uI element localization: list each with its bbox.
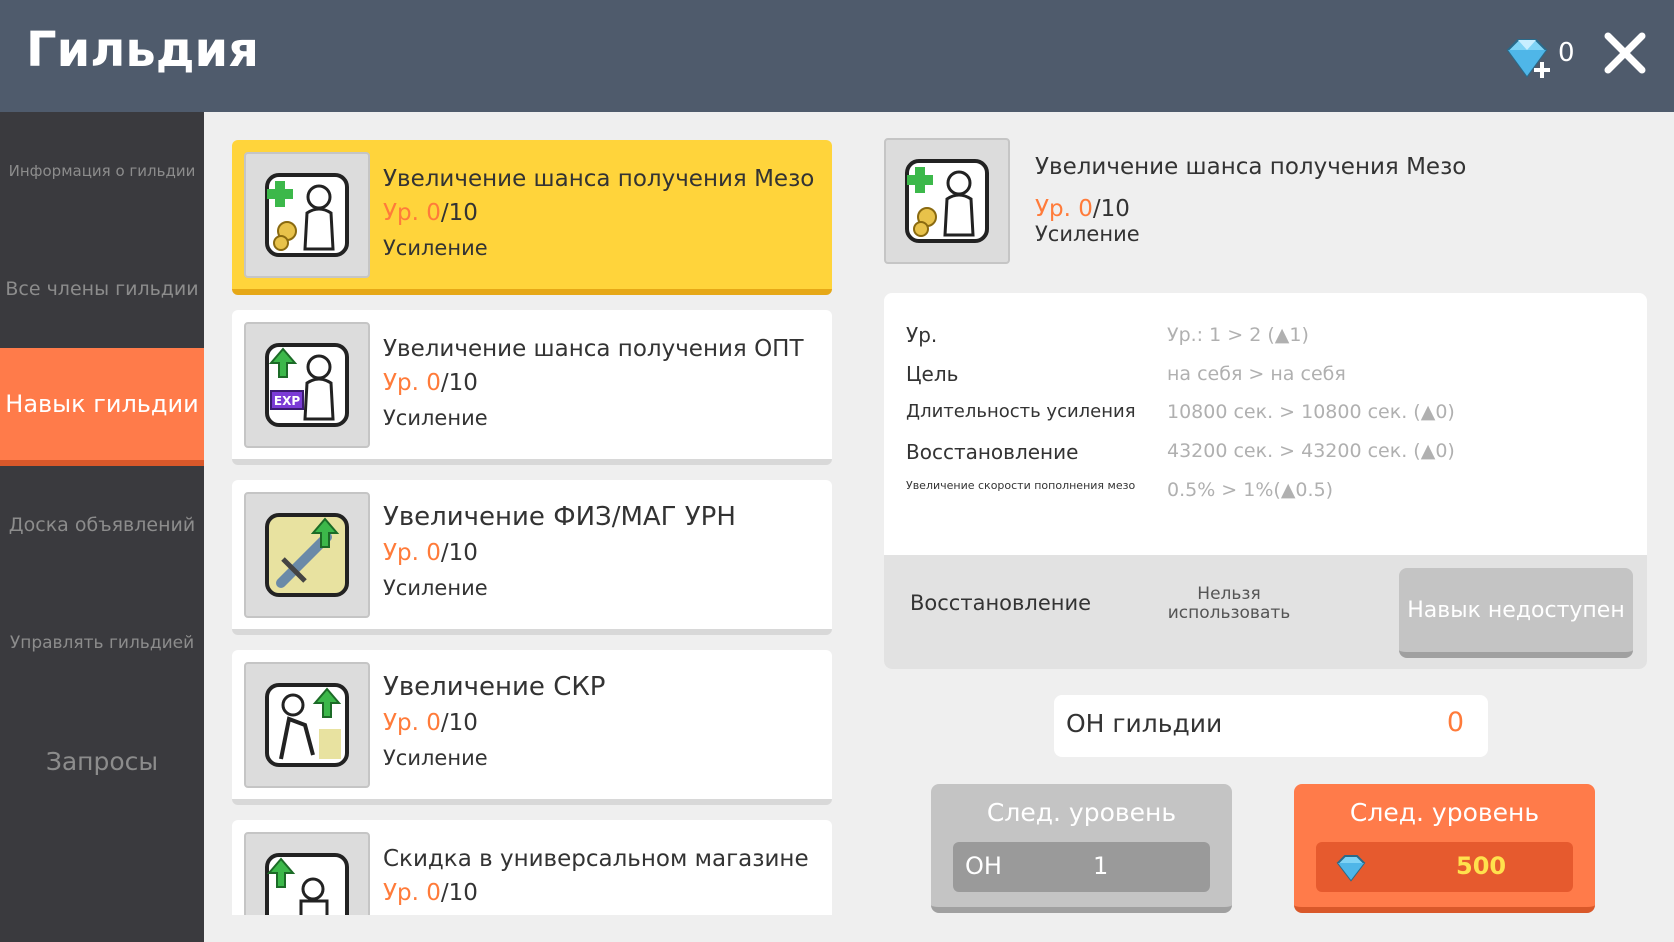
detail-skill-name: Увеличение шанса получения Мезо bbox=[1035, 154, 1467, 180]
skill-name: Увеличение шанса получения ОПТ bbox=[383, 336, 804, 362]
detail-skill-type: Усиление bbox=[1035, 222, 1140, 246]
skill-card-shop-discount[interactable]: Скидка в универсальном магазине Ур. 0/10 bbox=[232, 820, 832, 915]
sidebar-item-label: Запросы bbox=[45, 746, 159, 776]
skill-card-exp[interactable]: EXP Увеличение шанса получения ОПТ Ур. 0… bbox=[232, 310, 832, 465]
skill-level: Ур. 0/10 bbox=[383, 200, 478, 226]
sidebar-item-label: Информация о гильдии bbox=[8, 162, 196, 180]
cost-value: 500 bbox=[1456, 852, 1507, 880]
skill-name: Увеличение шанса получения Мезо bbox=[383, 166, 815, 192]
skill-unavailable-button[interactable]: Навык недоступен bbox=[1399, 568, 1633, 658]
skill-card-damage[interactable]: Увеличение ФИЗ/МАГ УРН Ур. 0/10 Усиление bbox=[232, 480, 832, 635]
next-level-diamond-button[interactable]: След. уровень 500 bbox=[1294, 784, 1595, 913]
stat-label-meso-rate: Увеличение скорости пополнения мезо bbox=[906, 479, 1136, 492]
guild-points-value: 0 bbox=[1446, 707, 1464, 738]
svg-text:EXP: EXP bbox=[274, 394, 300, 408]
cost-label: ОН bbox=[965, 852, 1002, 880]
sidebar-item-guild-info[interactable]: Информация о гильдии bbox=[0, 112, 204, 230]
sidebar: Информация о гильдии Все члены гильдии Н… bbox=[0, 112, 204, 942]
skill-stats-panel: Ур. Ур.: 1 > 2 (▲1) Цель на себя > на се… bbox=[884, 293, 1647, 669]
meso-buff-icon bbox=[244, 152, 370, 278]
stat-value-level: Ур.: 1 > 2 (▲1) bbox=[1167, 324, 1309, 346]
stat-value-meso-rate: 0.5% > 1%(▲0.5) bbox=[1167, 479, 1334, 501]
skill-card-meso[interactable]: Увеличение шанса получения Мезо Ур. 0/10… bbox=[232, 140, 832, 295]
diamond-icon bbox=[1336, 854, 1366, 882]
skill-list[interactable]: Увеличение шанса получения Мезо Ур. 0/10… bbox=[232, 140, 832, 915]
stats-footer: Восстановление Нельзя использовать Навык… bbox=[884, 555, 1647, 669]
skill-type: Усиление bbox=[383, 746, 488, 770]
stat-value-target: на себя > на себя bbox=[1167, 363, 1346, 385]
cooldown-footer-label: Восстановление bbox=[910, 591, 1092, 615]
sidebar-item-label: Управлять гильдией bbox=[9, 633, 195, 653]
skill-type: Усиление bbox=[383, 576, 488, 600]
next-level-title: След. уровень bbox=[986, 798, 1177, 827]
page-title: Гильдия bbox=[26, 22, 259, 78]
skill-type: Усиление bbox=[383, 406, 488, 430]
meso-buff-icon bbox=[884, 138, 1010, 264]
detail-skill-level: Ур. 0/10 bbox=[1035, 196, 1130, 222]
skill-name: Увеличение СКР bbox=[383, 672, 606, 702]
next-level-title: След. уровень bbox=[1349, 798, 1540, 827]
skill-type: Усиление bbox=[383, 236, 488, 260]
exp-buff-icon: EXP bbox=[244, 322, 370, 448]
sidebar-item-all-members[interactable]: Все члены гильдии bbox=[0, 230, 204, 348]
skill-name: Увеличение ФИЗ/МАГ УРН bbox=[383, 502, 736, 532]
stat-label-level: Ур. bbox=[906, 323, 938, 347]
sidebar-item-label: Навык гильдии bbox=[5, 390, 199, 418]
speed-buff-icon bbox=[244, 662, 370, 788]
shop-discount-icon bbox=[244, 832, 370, 915]
top-bar: Гильдия 0 bbox=[0, 0, 1674, 112]
sidebar-item-label: Доска объявлений bbox=[8, 514, 196, 536]
skill-level: Ур. 0/10 bbox=[383, 710, 478, 736]
stat-label-cooldown: Восстановление bbox=[906, 440, 1079, 464]
skill-level: Ур. 0/10 bbox=[383, 370, 478, 396]
damage-buff-icon bbox=[244, 492, 370, 618]
guild-points-box: ОН гильдии 0 bbox=[1054, 695, 1488, 757]
sidebar-item-notice-board[interactable]: Доска объявлений bbox=[0, 466, 204, 584]
next-level-points-button[interactable]: След. уровень ОН 1 bbox=[931, 784, 1232, 913]
skill-card-speed[interactable]: Увеличение СКР Ур. 0/10 Усиление bbox=[232, 650, 832, 805]
sidebar-item-requests[interactable]: Запросы bbox=[0, 702, 204, 820]
sidebar-item-guild-skill[interactable]: Навык гильдии bbox=[0, 348, 204, 466]
stat-value-duration: 10800 сек. > 10800 сек. (▲0) bbox=[1167, 401, 1455, 423]
stat-value-cooldown: 43200 сек. > 43200 сек. (▲0) bbox=[1167, 440, 1455, 462]
skill-level: Ур. 0/10 bbox=[383, 540, 478, 566]
sidebar-item-manage-guild[interactable]: Управлять гильдией bbox=[0, 584, 204, 702]
diamond-plus-icon[interactable] bbox=[1502, 34, 1552, 84]
cooldown-status: Нельзя использовать bbox=[1167, 584, 1291, 623]
cost-value: 1 bbox=[1093, 852, 1109, 880]
next-level-cost: ОН 1 bbox=[953, 842, 1210, 892]
skill-level: Ур. 0/10 bbox=[383, 880, 478, 906]
gem-count: 0 bbox=[1558, 38, 1575, 68]
skill-name: Скидка в универсальном магазине bbox=[383, 846, 809, 872]
stat-label-target: Цель bbox=[906, 362, 959, 386]
guild-points-label: ОН гильдии bbox=[1066, 709, 1223, 738]
close-icon[interactable] bbox=[1600, 28, 1650, 78]
next-level-cost: 500 bbox=[1316, 842, 1573, 892]
stat-label-duration: Длительность усиления bbox=[906, 401, 1136, 422]
sidebar-item-label: Все члены гильдии bbox=[5, 278, 199, 300]
